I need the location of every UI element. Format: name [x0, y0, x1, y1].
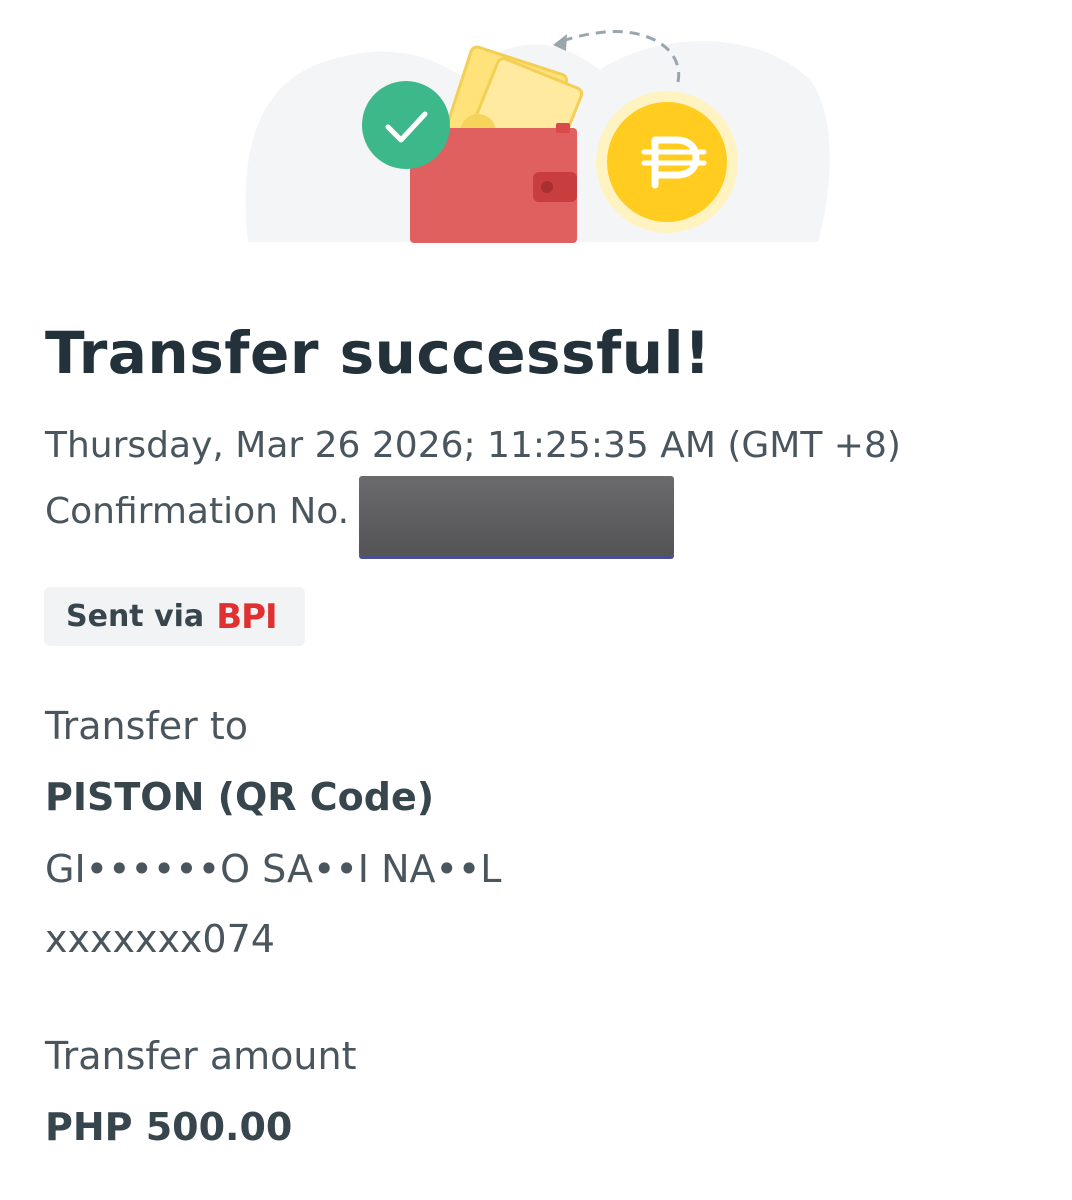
sent-via-badge: Sent via BPI: [44, 587, 305, 646]
confirmation-label: Confirmation No.: [45, 491, 350, 532]
account-name: GI••••••O SA••I NA••L: [45, 847, 502, 891]
recipient-name: PISTON (QR Code): [45, 775, 435, 819]
transfer-to-label: Transfer to: [45, 704, 249, 748]
confirmation-number-redacted: [359, 476, 674, 556]
bank-logo: BPI: [216, 596, 277, 637]
sent-via-label: Sent via: [66, 599, 205, 634]
transaction-datetime: Thursday, Mar 26 2026; 11:25:35 AM (GMT …: [45, 425, 901, 466]
page-title: Transfer successful!: [45, 319, 711, 387]
success-illustration: [0, 0, 1072, 250]
account-number: xxxxxxx074: [45, 917, 275, 961]
check-icon: [362, 81, 450, 169]
transfer-amount-value: PHP 500.00: [45, 1105, 293, 1149]
peso-coin-icon: [596, 91, 738, 233]
transfer-amount-label: Transfer amount: [45, 1034, 357, 1078]
